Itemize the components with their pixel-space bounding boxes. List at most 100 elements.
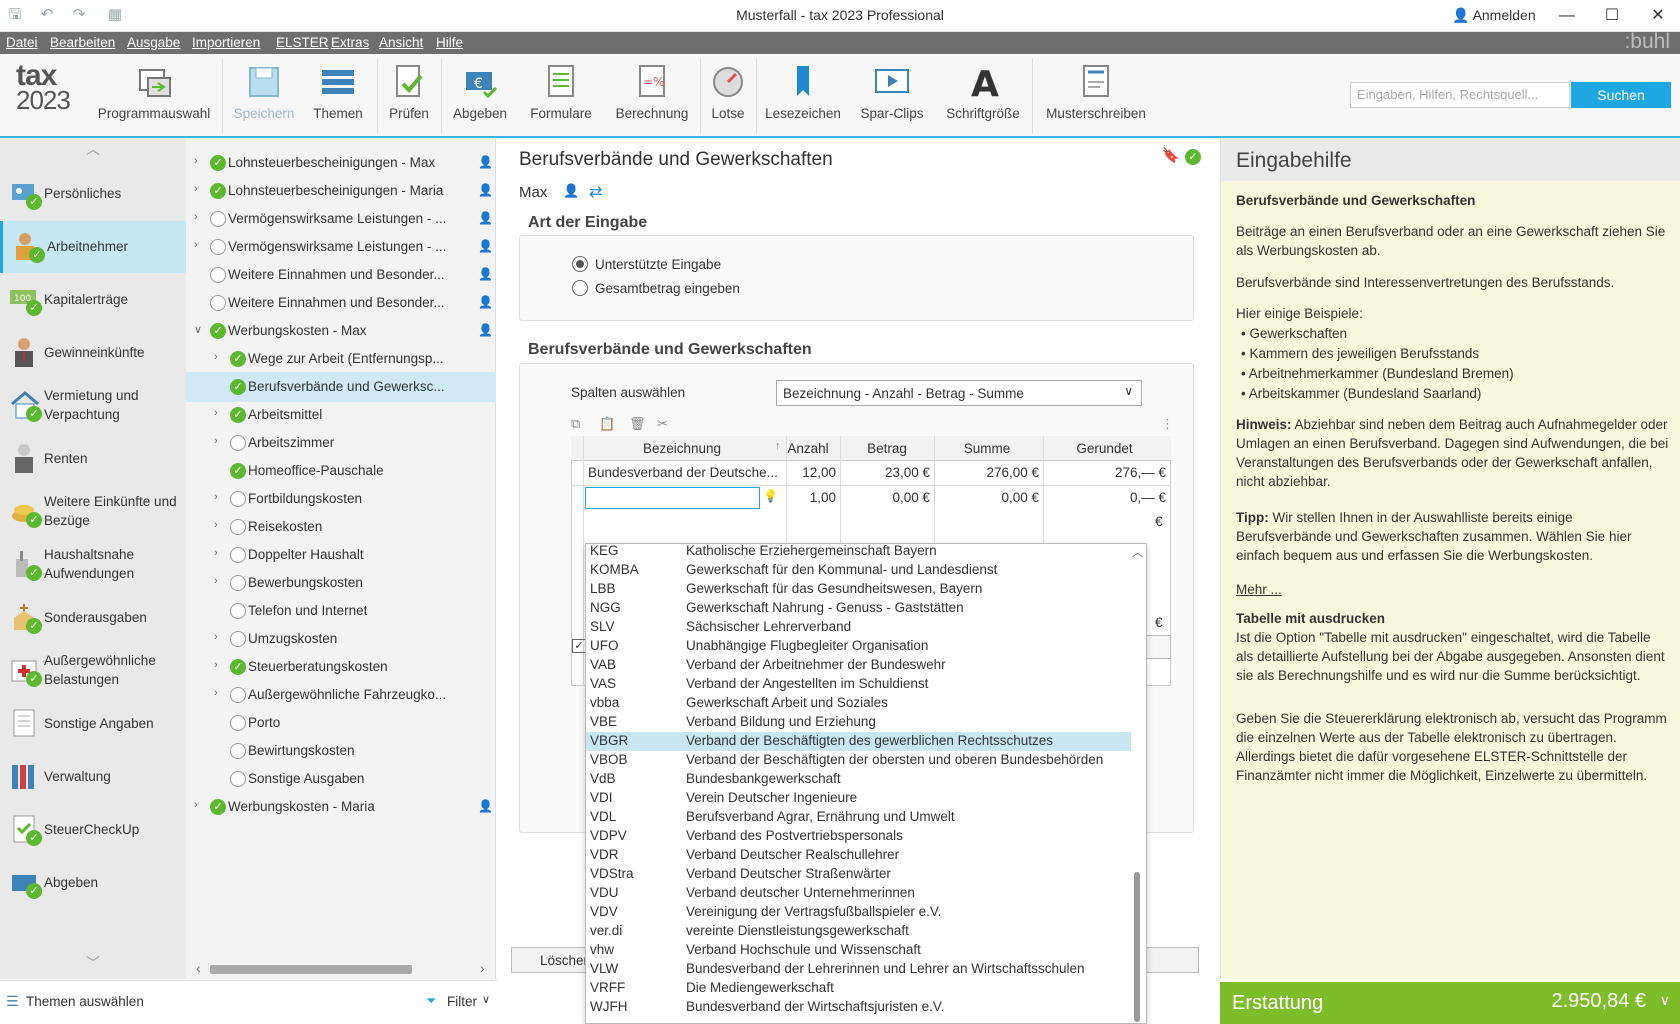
nav-persoenliches[interactable]: ✓ Persönliches (0, 168, 186, 220)
paste-icon[interactable]: 📋 (599, 416, 615, 432)
help-more-link[interactable]: Mehr ... (1236, 580, 1282, 599)
radio-total[interactable] (572, 280, 588, 296)
tree-item[interactable]: › Vermögenswirksame Leistungen - ... 👤 (186, 232, 496, 262)
tree-item[interactable]: › ✓ Steuerberatungskosten (186, 652, 496, 682)
pruefen-button[interactable]: Prüfen (384, 62, 434, 121)
themen-button[interactable]: Themen (306, 62, 370, 121)
menu-hilfe[interactable]: Hilfe (436, 35, 463, 50)
search-button[interactable]: Suchen (1571, 82, 1671, 108)
tree-item[interactable]: › ✓ Lohnsteuerbescheinigungen - Maria 👤 (186, 176, 496, 206)
tree-horizontal-scrollbar[interactable]: ‹ › (196, 960, 496, 978)
chevron-right-icon[interactable]: › (214, 491, 218, 503)
tree-item[interactable]: › ✓ Wege zur Arbeit (Entfernungsp... (186, 344, 496, 374)
tree-item[interactable]: Porto (186, 708, 496, 738)
chevron-right-icon[interactable]: › (194, 239, 198, 251)
dropdown-option[interactable]: VAB Verband der Arbeitnehmer der Bundeswe… (586, 656, 1131, 675)
dropdown-option[interactable]: VBE Verband Bildung und Erziehung (586, 713, 1131, 732)
columns-select[interactable]: Bezeichnung - Anzahl - Betrag - Summe ∨ (776, 380, 1142, 406)
dropdown-option[interactable]: VRFF Die Mediengewerkschaft (586, 979, 1131, 998)
dropdown-option[interactable]: vbba Gewerkschaft Arbeit und Soziales (586, 694, 1131, 713)
dropdown-option[interactable]: VDI Verein Deutscher Ingenieure (586, 789, 1131, 808)
tree-item[interactable]: Telefon und Internet (186, 596, 496, 626)
menu-extras[interactable]: Extras (331, 35, 369, 50)
chevron-right-icon[interactable]: › (214, 407, 218, 419)
chevron-right-icon[interactable]: › (214, 351, 218, 363)
chevron-right-icon[interactable]: › (214, 575, 218, 587)
tree-item[interactable]: › Fortbildungskosten (186, 484, 496, 514)
nav-haushaltsnahe[interactable]: ✓ Haushaltsnahe Aufwendungen (0, 539, 186, 591)
copy-icon[interactable]: ⧉ (571, 416, 580, 432)
lesezeichen-button[interactable]: Lesezeichen (764, 62, 842, 121)
nav-steuercheckup[interactable]: ✓ SteuerCheckUp (0, 804, 186, 856)
chevron-right-icon[interactable]: › (194, 799, 198, 811)
minimize-button[interactable]: — (1552, 4, 1582, 28)
tree-item[interactable]: › ✓ Lohnsteuerbescheinigungen - Max 👤 (186, 148, 496, 178)
themes-select-button[interactable]: Themen auswählen (26, 994, 144, 1009)
scroll-left-icon[interactable]: ‹ (196, 960, 201, 976)
tree-item[interactable]: › Arbeitszimmer (186, 428, 496, 458)
tree-item[interactable]: › Reisekosten (186, 512, 496, 542)
dropdown-option[interactable]: VBOB Verband der Beschäftigten der oberst… (586, 751, 1131, 770)
scroll-up-icon[interactable]: ︿ (1132, 544, 1143, 560)
chevron-right-icon[interactable]: › (214, 435, 218, 447)
delete-icon[interactable]: 🗑 (629, 416, 646, 432)
maximize-button[interactable]: ☐ (1597, 4, 1627, 28)
more-options-icon[interactable]: ⋮ (1161, 416, 1174, 432)
dropdown-option[interactable]: VDR Verband Deutscher Realschullehrer (586, 846, 1131, 865)
lotse-button[interactable]: Lotse (706, 62, 750, 121)
schriftgroesse-button[interactable]: A Schriftgröße (942, 62, 1024, 121)
dropdown-option[interactable]: VDV Vereinigung der Vertragsfußballspiele… (586, 903, 1131, 922)
radio-supported[interactable] (572, 256, 588, 272)
scroll-thumb[interactable] (210, 965, 412, 974)
dropdown-option[interactable]: KEG Katholische Erziehergemeinschaft Baye… (586, 544, 1131, 561)
dropdown-option[interactable]: UFO Unabhängige Flugbegleiter Organisatio… (586, 637, 1131, 656)
nav-vermietung[interactable]: ✓ Vermietung und Verpachtung (0, 380, 186, 432)
nav-aussergewoehnliche[interactable]: ✓ Außergewöhnliche Belastungen (0, 645, 186, 697)
tree-item[interactable]: Bewirtungskosten (186, 736, 496, 766)
chevron-right-icon[interactable]: › (194, 183, 198, 195)
search-input[interactable]: Eingaben, Hilfen, Rechtsquell... (1350, 82, 1570, 108)
tree-item[interactable]: › Umzugskosten (186, 624, 496, 654)
switch-person-icon[interactable]: ⇄ (589, 182, 602, 202)
col-betrag[interactable]: Betrag (842, 441, 932, 456)
berechnung-button[interactable]: =% Berechnung (610, 62, 694, 121)
dropdown-option[interactable]: VDStra Verband Deutscher Straßenwärter (586, 865, 1131, 884)
dropdown-option[interactable]: LBB Gewerkschaft für das Gesundheitswesen… (586, 580, 1131, 599)
chevron-right-icon[interactable]: › (214, 659, 218, 671)
bezeichnung-input[interactable] (585, 487, 760, 509)
dropdown-option[interactable]: VDPV Verband des Postvertriebspersonals (586, 827, 1131, 846)
menu-bearbeiten[interactable]: Bearbeiten (50, 35, 115, 50)
nav-scroll-up-icon[interactable]: ︿ (0, 139, 186, 163)
programmauswahl-button[interactable]: Programmauswahl (96, 62, 212, 121)
dropdown-scrollbar[interactable] (1134, 872, 1140, 1022)
dropdown-option[interactable]: KOMBA Gewerkschaft für den Kommunal- und … (586, 561, 1131, 580)
cell-bezeichnung[interactable]: Bundesverband der Deutsche... (588, 465, 784, 480)
col-summe[interactable]: Summe (937, 441, 1037, 456)
chevron-right-icon[interactable]: › (214, 547, 218, 559)
login-button[interactable]: 👤 Anmelden (1452, 7, 1536, 24)
tree-item[interactable]: › ✓ Werbungskosten - Maria 👤 (186, 792, 496, 822)
dropdown-option[interactable]: VDL Berufsverband Agrar, Ernährung und Um… (586, 808, 1131, 827)
dropdown-option[interactable]: VDU Verband deutscher Unternehmerinnen (586, 884, 1131, 903)
nav-renten[interactable]: Renten (0, 433, 186, 485)
filter-button[interactable]: Filter (447, 994, 477, 1009)
col-gerundet[interactable]: Gerundet (1042, 441, 1167, 456)
nav-weitere-einkuenfte[interactable]: ✓ Weitere Einkünfte und Bezüge (0, 486, 186, 538)
nav-abgeben[interactable]: ✓ Abgeben (0, 857, 186, 909)
cell-betrag[interactable]: 0,00 € (842, 490, 930, 505)
dropdown-option[interactable]: SLV Sächsischer Lehrerverband (586, 618, 1131, 637)
delete-button[interactable]: Löschen (511, 947, 591, 973)
nav-sonderausgaben[interactable]: ✓ Sonderausgaben (0, 592, 186, 644)
musterschreiben-button[interactable]: Musterschreiben (1042, 62, 1150, 121)
cut-icon[interactable]: ✂ (657, 416, 668, 432)
dropdown-option[interactable]: vhw Verband Hochschule und Wissenschaft (586, 941, 1131, 960)
bookmark-icon[interactable]: 🔖 (1162, 147, 1179, 164)
menu-datei[interactable]: Datei (6, 35, 38, 50)
dropdown-option[interactable]: WJFH Bundesverband der Wirtschaftsjuriste… (586, 998, 1131, 1017)
col-bezeichnung[interactable]: Bezeichnung (643, 441, 721, 456)
nav-arbeitnehmer[interactable]: ✓ Arbeitnehmer (0, 221, 186, 273)
chevron-right-icon[interactable]: › (214, 631, 218, 643)
chevron-right-icon[interactable]: › (214, 519, 218, 531)
tree-item[interactable]: › Außergewöhnliche Fahrzeugko... (186, 680, 496, 710)
chevron-right-icon[interactable]: › (194, 155, 198, 167)
